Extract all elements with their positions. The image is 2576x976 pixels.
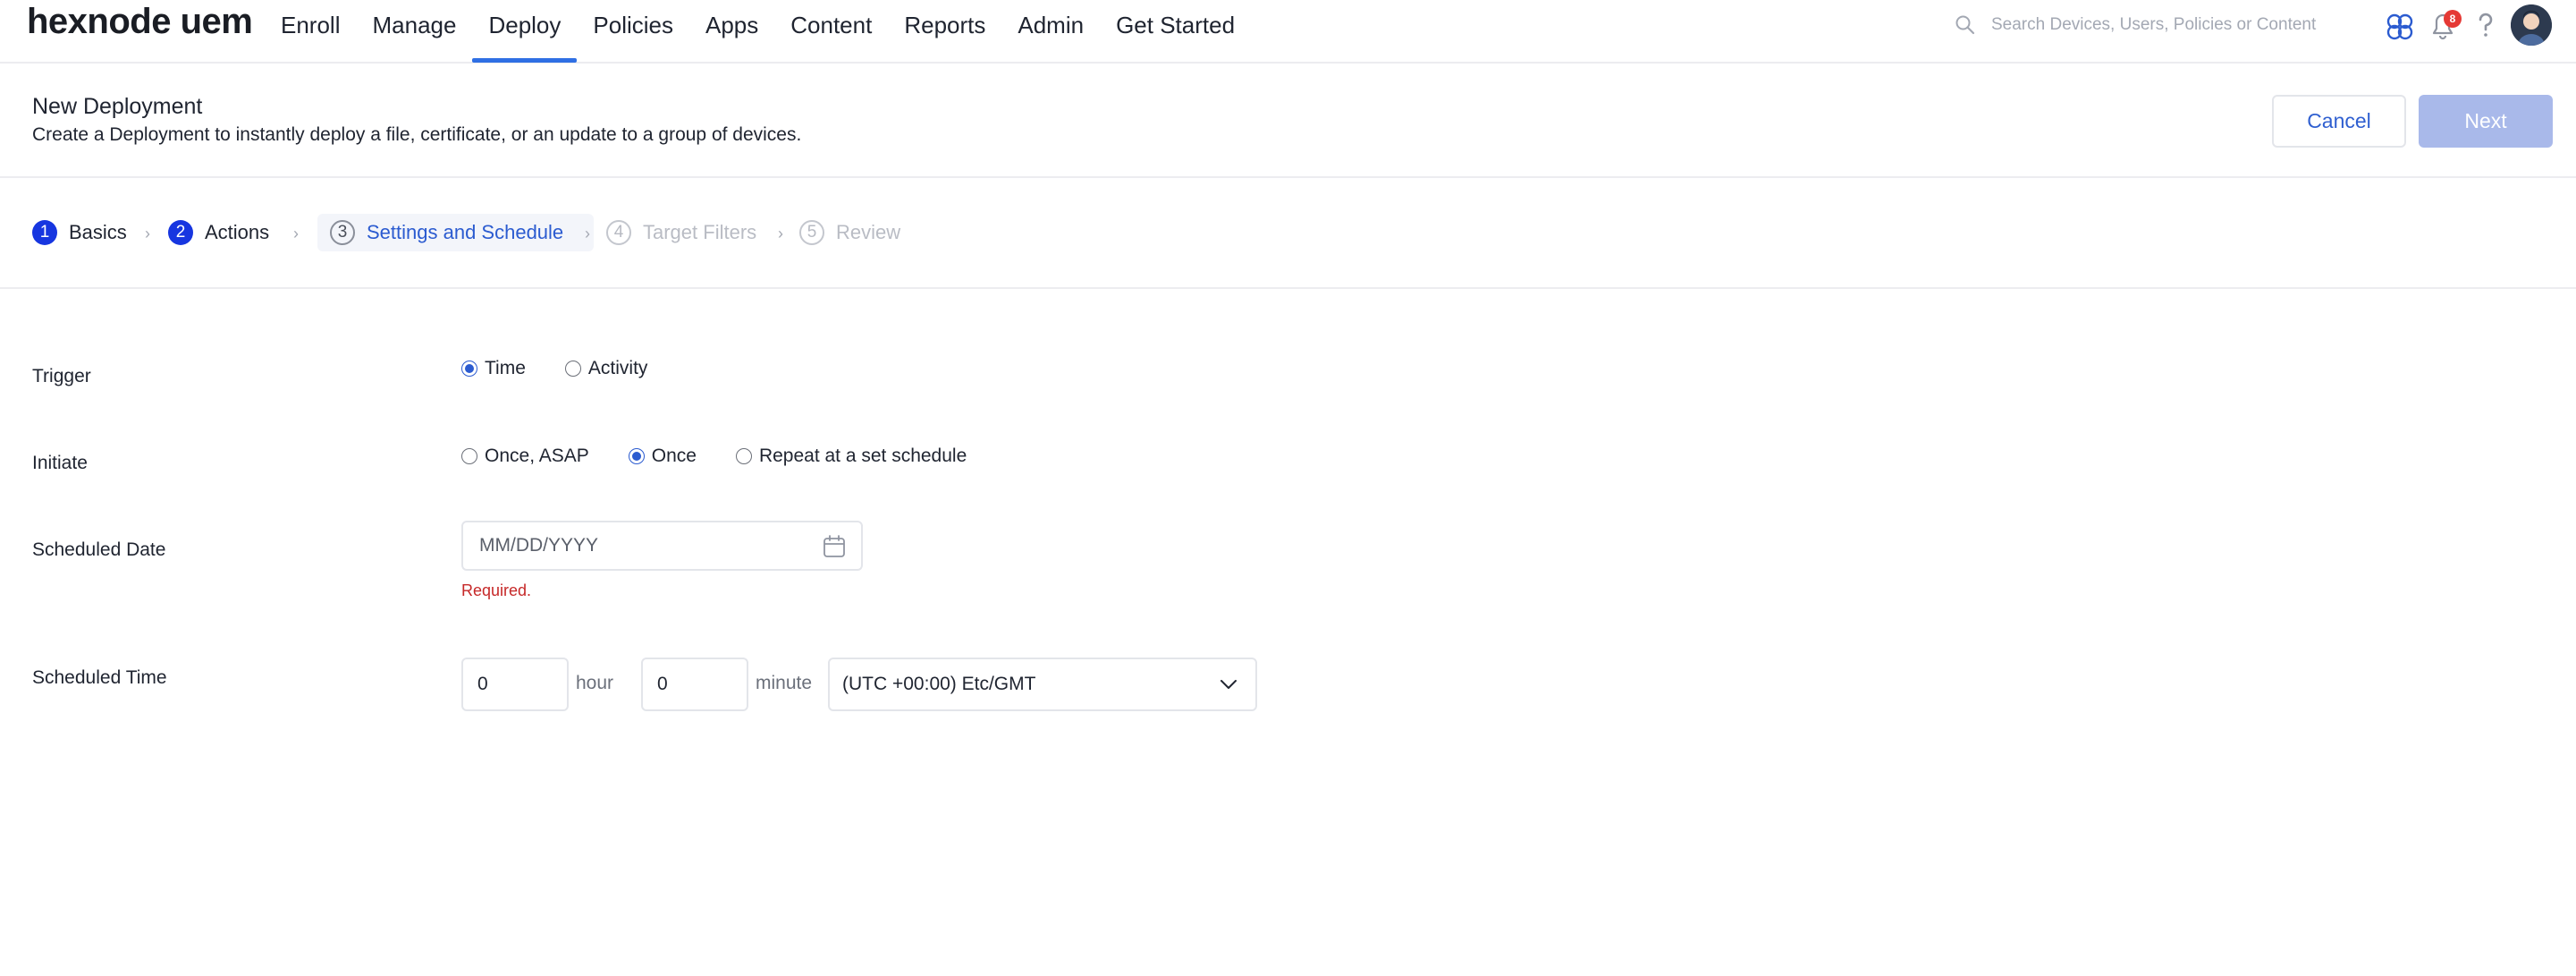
scheduled-date-field[interactable]	[461, 521, 863, 571]
step-label: Review	[836, 221, 901, 243]
chevron-right-icon: ›	[293, 225, 299, 242]
top-icons: 8	[2382, 2, 2552, 48]
nav-item-deploy[interactable]: Deploy	[472, 0, 578, 63]
timezone-value: (UTC +00:00) Etc/GMT	[842, 674, 1036, 694]
step-settings-and-schedule[interactable]: 3 Settings and Schedule	[317, 214, 595, 251]
step-number: 4	[606, 220, 631, 245]
nav-item-apps[interactable]: Apps	[689, 0, 774, 62]
cancel-button[interactable]: Cancel	[2272, 95, 2406, 148]
trigger-option-activity[interactable]: Activity	[564, 358, 648, 379]
trigger-radio-group: Time Activity	[461, 358, 687, 379]
step-number: 1	[32, 220, 57, 245]
step-number: 5	[799, 220, 824, 245]
nav-item-manage[interactable]: Manage	[356, 0, 472, 62]
minute-unit-label: minute	[756, 673, 813, 693]
radio-button[interactable]	[461, 448, 477, 464]
chevron-right-icon: ›	[585, 225, 590, 242]
help-icon[interactable]	[2468, 5, 2504, 45]
step-target-filters[interactable]: 4 Target Filters	[606, 214, 756, 251]
chevron-right-icon: ›	[145, 225, 150, 242]
main-nav: Enroll Manage Deploy Policies Apps Conte…	[265, 0, 1251, 64]
integration-icon[interactable]	[2382, 5, 2418, 45]
timezone-select[interactable]: (UTC +00:00) Etc/GMT	[828, 658, 1257, 711]
radio-label: Once, ASAP	[485, 446, 589, 466]
step-actions[interactable]: 2 Actions	[168, 214, 269, 251]
chevron-right-icon: ›	[778, 225, 783, 242]
step-number: 3	[330, 220, 355, 245]
step-label: Basics	[69, 221, 127, 243]
page-header: New Deployment Create a Deployment to in…	[0, 64, 2576, 178]
scheduled-date-label: Scheduled Date	[32, 539, 166, 560]
initiate-label: Initiate	[32, 453, 88, 473]
search-input[interactable]	[1989, 14, 2356, 36]
initiate-option-repeat[interactable]: Repeat at a set schedule	[735, 446, 967, 467]
step-label: Target Filters	[643, 221, 757, 243]
top-bar: hexnode uem Enroll Manage Deploy Policie…	[0, 0, 2576, 64]
nav-item-get-started[interactable]: Get Started	[1100, 0, 1251, 62]
step-label: Settings and Schedule	[367, 221, 564, 243]
nav-item-reports[interactable]: Reports	[888, 0, 1001, 62]
step-basics[interactable]: 1 Basics	[32, 214, 127, 251]
bell-icon[interactable]: 8	[2425, 5, 2462, 45]
radio-label: Time	[485, 358, 526, 378]
nav-item-policies[interactable]: Policies	[577, 0, 689, 62]
initiate-option-once-asap[interactable]: Once, ASAP	[461, 446, 589, 467]
step-number: 2	[168, 220, 193, 245]
radio-button[interactable]	[628, 448, 645, 464]
radio-label: Activity	[587, 358, 648, 378]
radio-button[interactable]	[735, 448, 752, 464]
radio-label: Once	[651, 446, 697, 466]
nav-item-admin[interactable]: Admin	[1001, 0, 1100, 62]
page-subtitle: Create a Deployment to instantly deploy …	[32, 124, 802, 145]
nav-item-enroll[interactable]: Enroll	[265, 0, 356, 62]
avatar[interactable]	[2511, 4, 2552, 46]
calendar-icon[interactable]	[822, 534, 847, 559]
initiate-option-once[interactable]: Once	[628, 446, 697, 467]
step-label: Actions	[205, 221, 270, 243]
radio-button[interactable]	[564, 361, 581, 377]
deployment-stepper: 1 Basics › 2 Actions › 3 Settings and Sc…	[0, 178, 2576, 289]
radio-button[interactable]	[461, 361, 477, 377]
next-button[interactable]: Next	[2419, 95, 2553, 148]
step-review[interactable]: 5 Review	[799, 214, 900, 251]
nav-item-content[interactable]: Content	[774, 0, 888, 62]
initiate-radio-group: Once, ASAP Once Repeat at a set schedule	[461, 446, 1006, 467]
global-search	[1954, 9, 2356, 41]
page-title: New Deployment	[32, 94, 203, 119]
chevron-down-icon	[1218, 674, 1239, 695]
minute-field[interactable]	[641, 658, 748, 711]
scheduled-date-error: Required.	[461, 581, 532, 599]
hexnode-logo[interactable]: hexnode uem	[27, 2, 253, 42]
search-icon	[1954, 13, 1977, 37]
trigger-label: Trigger	[32, 366, 91, 386]
hour-field[interactable]	[461, 658, 569, 711]
scheduled-date-input[interactable]	[477, 534, 799, 557]
scheduled-time-label: Scheduled Time	[32, 667, 167, 688]
trigger-option-time[interactable]: Time	[461, 358, 526, 379]
radio-label: Repeat at a set schedule	[758, 446, 967, 466]
hour-input[interactable]	[476, 673, 556, 696]
minute-input[interactable]	[655, 673, 736, 696]
notification-badge: 8	[2444, 10, 2462, 28]
hour-unit-label: hour	[576, 673, 614, 693]
